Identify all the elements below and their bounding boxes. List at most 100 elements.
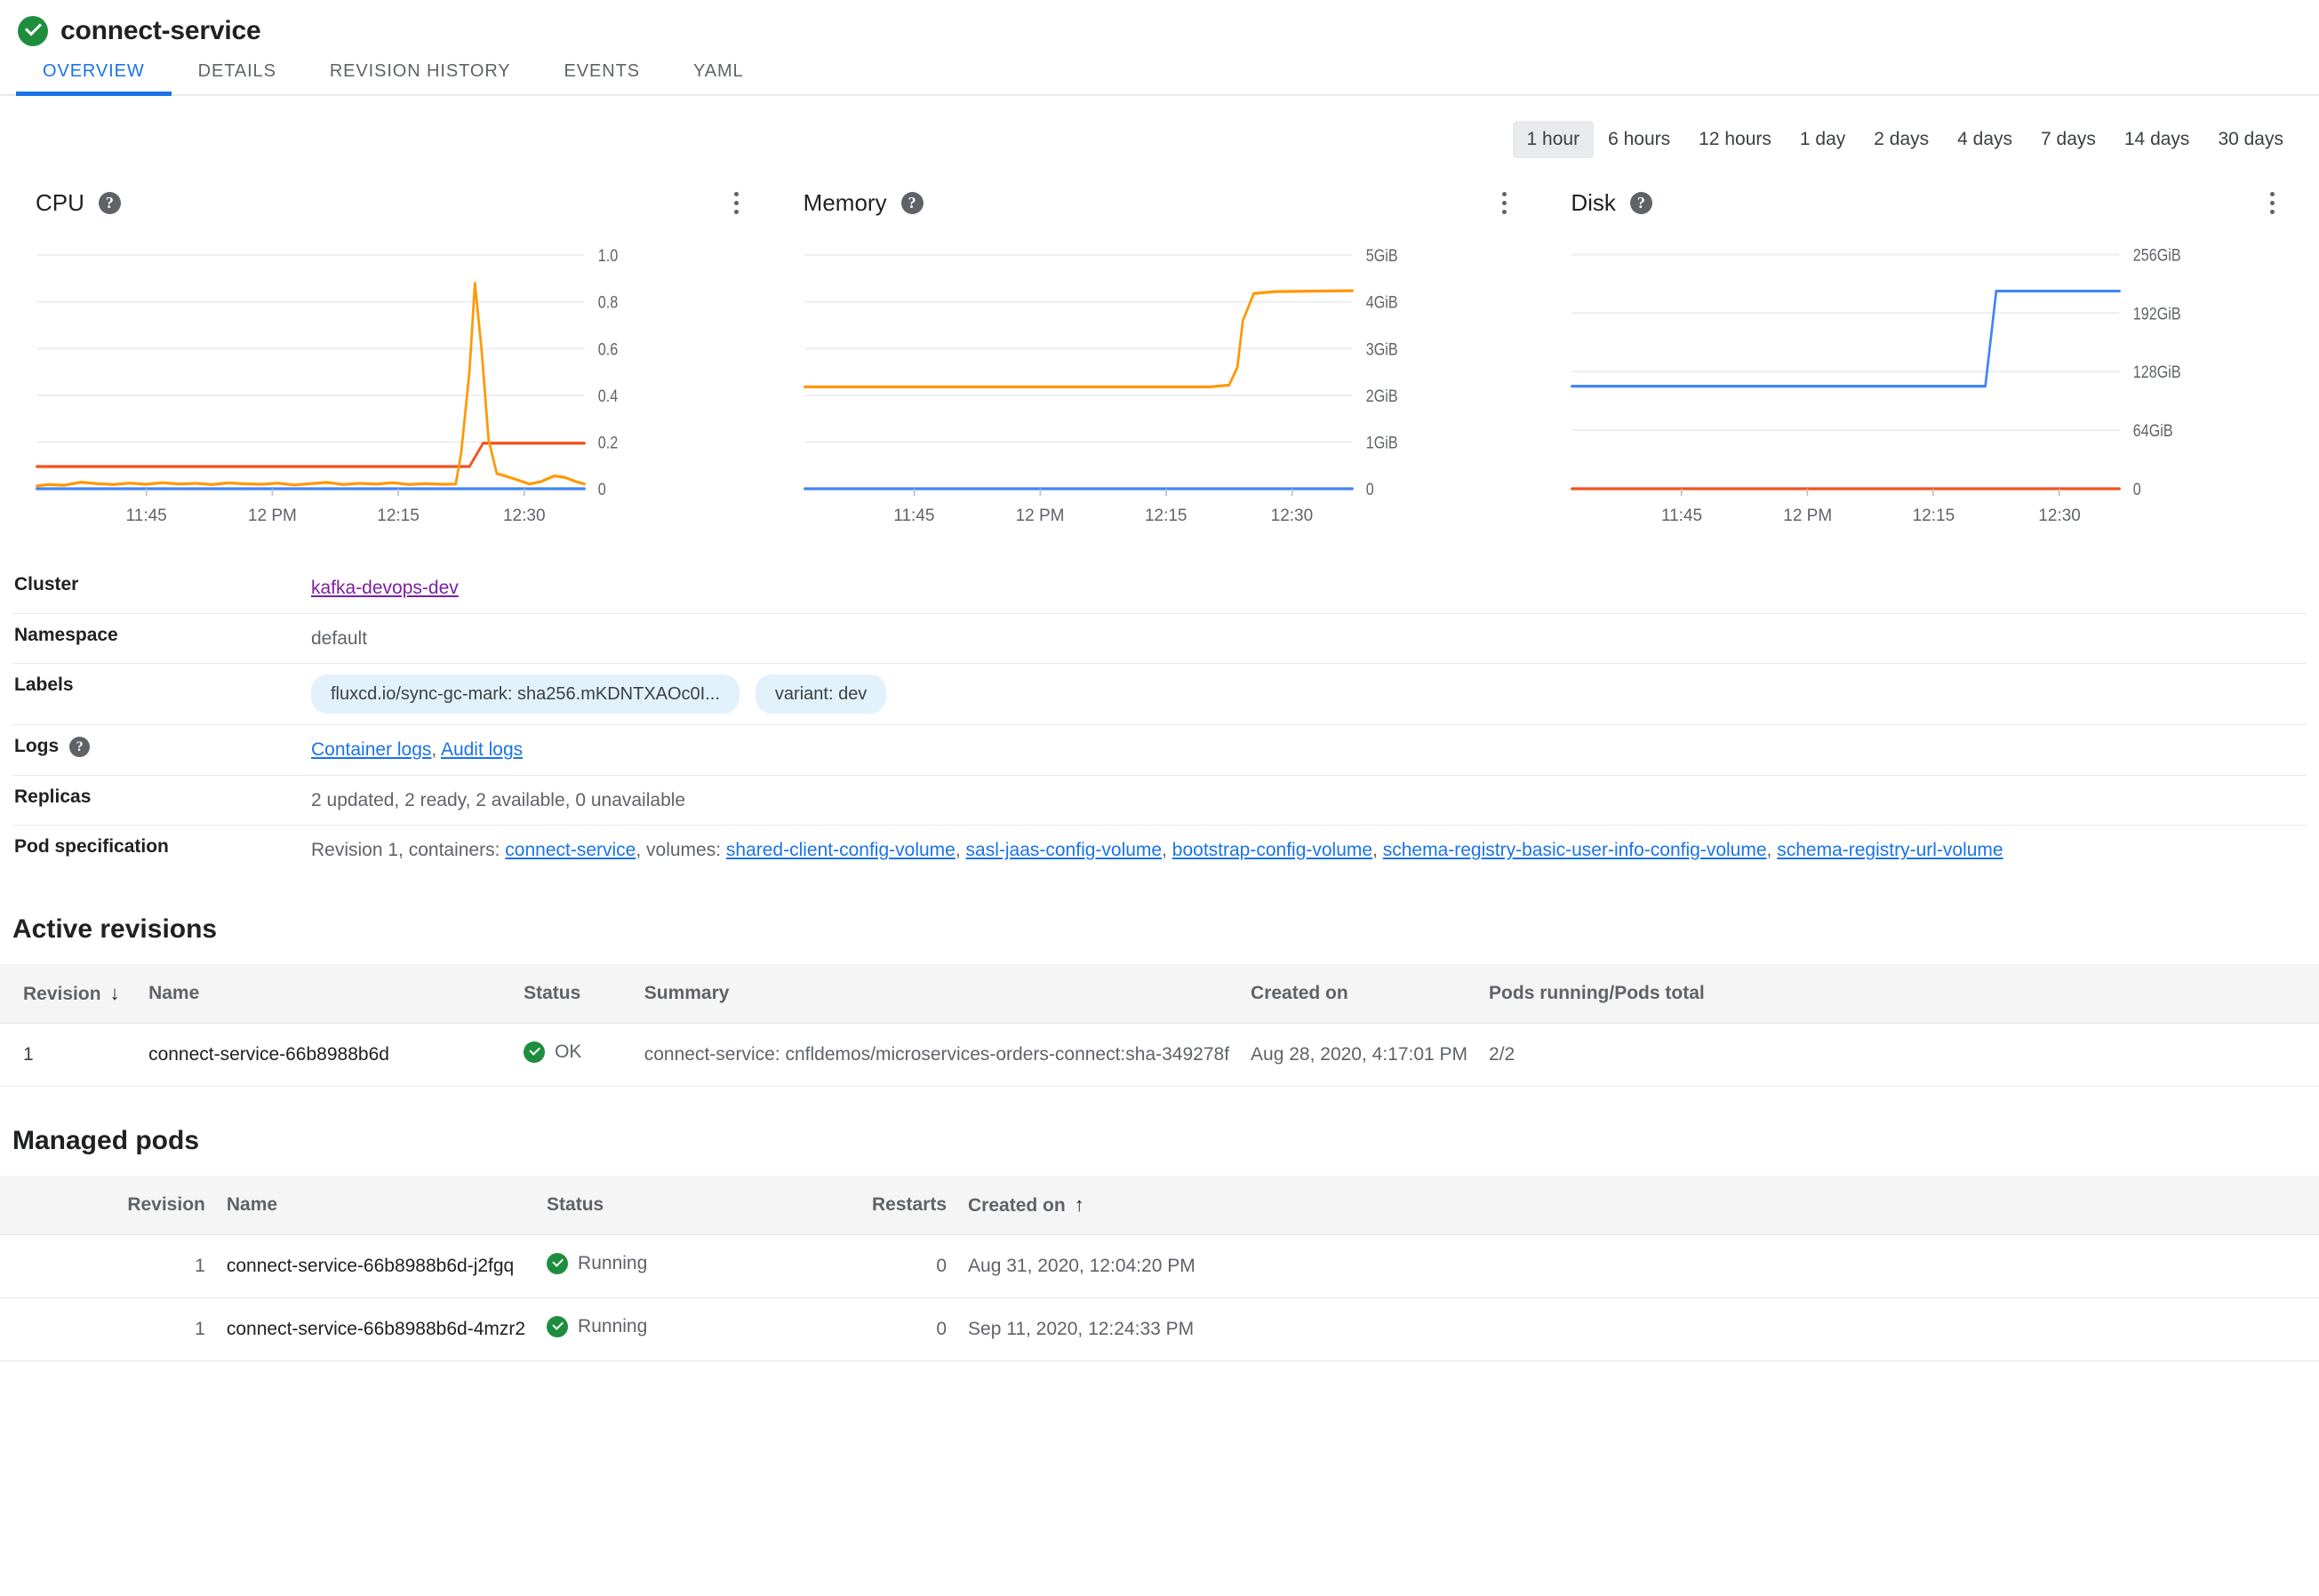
status-text: Running <box>578 1315 648 1337</box>
table-cell: 1 <box>0 1023 139 1087</box>
svg-text:1GiB: 1GiB <box>1365 433 1397 452</box>
table-cell: 0 <box>741 1297 958 1361</box>
column-header-pods-running-pods-total[interactable]: Pods running/Pods total <box>1478 963 1890 1024</box>
table-cell: connect-service-66b8988b6d-4mzr2 <box>215 1297 537 1361</box>
help-icon-logs[interactable]: ? <box>69 736 91 757</box>
column-header-name[interactable]: Name <box>138 963 514 1024</box>
xtick-label: 12:30 <box>502 507 546 525</box>
tab-revision-history[interactable]: REVISION HISTORY <box>303 61 538 94</box>
container-link[interactable]: connect-service <box>505 840 636 860</box>
chart-card-disk: Disk? 0 64GiB 128GiB 192GiB 256GiB 11:45 12 PM 1… <box>1549 172 2305 539</box>
tab-overview[interactable]: OVERVIEW <box>16 61 172 96</box>
time-range-30-days[interactable]: 30 days <box>2203 121 2298 158</box>
more-options-icon-disk[interactable] <box>2259 188 2285 218</box>
xtick-label: 12 PM <box>1015 507 1065 525</box>
logs-link-container-logs[interactable]: Container logs <box>311 739 431 760</box>
column-header-status[interactable]: Status <box>513 963 634 1024</box>
table-cell: connect-service-66b8988b6d <box>138 1023 514 1087</box>
table-cell: 2/2 <box>1478 1023 1890 1087</box>
detail-row-replicas: Replicas 2 updated, 2 ready, 2 available… <box>12 774 2307 826</box>
column-header-status[interactable]: Status <box>536 1175 742 1235</box>
table-cell <box>1323 1297 2319 1361</box>
volume-link[interactable]: schema-registry-basic-user-info-config-v… <box>1383 840 1767 860</box>
time-range-12-hours[interactable]: 12 hours <box>1684 121 1786 158</box>
labels-chip-list: fluxcd.io/sync-gc-mark: sha256.mKDNTXAOc… <box>311 674 2307 714</box>
cluster-link[interactable]: kafka-devops-dev <box>311 578 459 598</box>
table-cell: Sep 11, 2020, 12:24:33 PM <box>957 1297 1324 1361</box>
sort-arrow-icon: ↑ <box>1074 1193 1084 1216</box>
check-circle-icon <box>524 1041 546 1063</box>
status-badge: OK <box>524 1041 581 1063</box>
status-badge: Running <box>547 1315 648 1337</box>
column-header-spacer <box>1889 963 2319 1024</box>
label-chip[interactable]: fluxcd.io/sync-gc-mark: sha256.mKDNTXAOc… <box>311 674 740 714</box>
logs-label-text: Logs <box>14 736 60 756</box>
xtick-label: 12:15 <box>377 507 420 525</box>
svg-text:0.6: 0.6 <box>598 339 619 359</box>
svg-text:0.4: 0.4 <box>598 387 619 406</box>
column-header-revision[interactable]: Revision ↓ <box>0 963 139 1024</box>
table-cell: Aug 28, 2020, 4:17:01 PM <box>1240 1023 1479 1087</box>
volume-link[interactable]: bootstrap-config-volume <box>1172 840 1372 860</box>
table-row[interactable]: 1 connect-service-66b8988b6d OK connect-ser… <box>0 1023 2319 1087</box>
time-range-14-days[interactable]: 14 days <box>2110 121 2204 158</box>
table-row[interactable]: 1 connect-service-66b8988b6d-j2fgq Running… <box>0 1234 2319 1298</box>
tab-details[interactable]: DETAILS <box>172 61 303 94</box>
volume-link[interactable]: schema-registry-url-volume <box>1777 840 2003 860</box>
time-range-4-days[interactable]: 4 days <box>1943 121 2027 158</box>
time-range-1-day[interactable]: 1 day <box>1786 121 1859 158</box>
help-icon-disk[interactable]: ? <box>1629 191 1652 214</box>
detail-label-cluster: Cluster <box>14 574 79 595</box>
chart-title-cpu: CPU <box>36 188 84 216</box>
label-chip[interactable]: variant: dev <box>755 674 887 714</box>
xtick-label: 12:15 <box>1912 507 1955 525</box>
column-header-name[interactable]: Name <box>215 1175 537 1235</box>
volume-link[interactable]: sasl-jaas-config-volume <box>966 840 1163 860</box>
table-header-row: Revision Name Status Restarts Created on ↑ <box>0 1175 2319 1235</box>
time-range-2-days[interactable]: 2 days <box>1859 121 1943 158</box>
column-header-summary[interactable]: Summary <box>633 963 1241 1024</box>
chart-plot-disk: 0 64GiB 128GiB 192GiB 256GiB <box>1549 233 2305 499</box>
check-circle-icon <box>18 16 48 46</box>
svg-text:2GiB: 2GiB <box>1365 387 1397 406</box>
namespace-value: default <box>311 627 368 649</box>
chart-plot-memory: 0 1GiB 2GiB 3GiB 4GiB 5GiB <box>782 233 1538 499</box>
table-cell: 0 <box>741 1234 958 1298</box>
help-icon-cpu[interactable]: ? <box>98 191 121 214</box>
svg-text:128GiB: 128GiB <box>2133 363 2181 382</box>
table-cell: OK <box>513 1023 634 1087</box>
status-text: Running <box>578 1252 648 1273</box>
detail-row-namespace: Namespace default <box>12 612 2307 664</box>
chart-header-cpu: CPU? <box>14 172 770 220</box>
svg-text:0.2: 0.2 <box>598 433 618 452</box>
chart-xaxis-memory: 11:45 12 PM 12:15 12:30 <box>782 499 1538 539</box>
detail-row-cluster: Cluster kafka-devops-dev <box>12 563 2307 613</box>
time-range-7-days[interactable]: 7 days <box>2027 121 2110 158</box>
table-row[interactable]: 1 connect-service-66b8988b6d-4mzr2 Running… <box>0 1297 2319 1361</box>
more-options-icon-memory[interactable] <box>1491 188 1517 218</box>
volume-link[interactable]: shared-client-config-volume <box>726 840 956 860</box>
chart-card-cpu: CPU? 0 0.2 0.4 0.6 0.8 1.0 11:45 12 PM 12:15 12:30 <box>14 172 770 539</box>
xtick-label: 12:30 <box>2038 507 2081 525</box>
tab-yaml[interactable]: YAML <box>667 61 771 94</box>
chart-header-disk: Disk? <box>1549 172 2305 220</box>
column-header-created-on[interactable]: Created on <box>1240 963 1479 1024</box>
time-range-6-hours[interactable]: 6 hours <box>1594 121 1684 158</box>
tab-events[interactable]: EVENTS <box>538 61 667 94</box>
xtick-label: 11:45 <box>125 507 167 525</box>
table-cell: Aug 31, 2020, 12:04:20 PM <box>957 1234 1324 1298</box>
help-icon-memory[interactable]: ? <box>900 191 924 214</box>
column-header-restarts[interactable]: Restarts <box>741 1175 958 1235</box>
table-cell <box>1889 1023 2319 1087</box>
time-range-1-hour[interactable]: 1 hour <box>1512 121 1595 158</box>
column-header-created-on[interactable]: Created on ↑ <box>957 1175 1324 1235</box>
logs-link-audit-logs[interactable]: Audit logs <box>441 739 523 760</box>
check-circle-icon <box>547 1252 569 1274</box>
managed-pods-body: 1 connect-service-66b8988b6d-j2fgq Running… <box>0 1234 2319 1361</box>
column-header-revision[interactable]: Revision <box>0 1175 216 1235</box>
more-options-icon-cpu[interactable] <box>724 188 750 218</box>
svg-text:256GiB: 256GiB <box>2133 245 2181 265</box>
detail-label-namespace: Namespace <box>14 624 118 645</box>
svg-text:4GiB: 4GiB <box>1365 292 1397 312</box>
table-cell: connect-service: cnfldemos/microservices… <box>633 1023 1241 1087</box>
